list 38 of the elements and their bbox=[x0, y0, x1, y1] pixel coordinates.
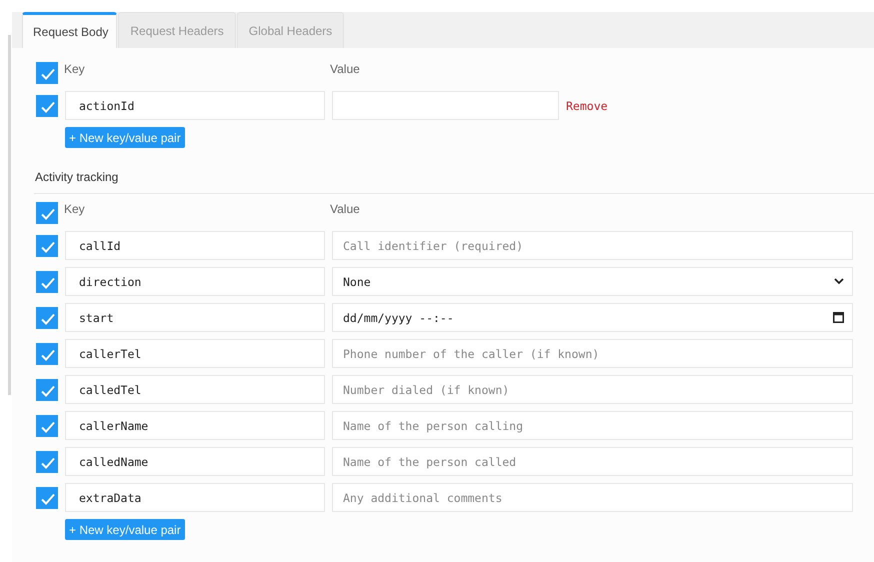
value-field[interactable]: Number dialed (if known) bbox=[332, 375, 853, 404]
checkbox[interactable] bbox=[36, 202, 58, 224]
checkbox[interactable] bbox=[36, 378, 58, 400]
value-field[interactable]: Call identifier (required) bbox=[332, 231, 853, 260]
checkbox[interactable] bbox=[36, 270, 58, 292]
key-field[interactable]: calledTel bbox=[65, 375, 325, 404]
column-header: Value bbox=[330, 202, 360, 216]
checkbox[interactable] bbox=[36, 306, 58, 328]
value-field[interactable]: Any additional comments bbox=[332, 483, 853, 512]
remove-link[interactable]: Remove bbox=[566, 98, 706, 112]
tab[interactable]: Request Body bbox=[22, 12, 118, 48]
checkbox[interactable] bbox=[36, 94, 58, 116]
chevron-down-icon bbox=[834, 278, 844, 285]
calendar-icon bbox=[833, 312, 844, 323]
value-field[interactable]: Phone number of the caller (if known) bbox=[332, 339, 853, 368]
key-field[interactable]: start bbox=[65, 303, 325, 332]
checkbox[interactable] bbox=[36, 234, 58, 256]
checkbox[interactable] bbox=[36, 486, 58, 508]
key-field[interactable]: calledName bbox=[65, 447, 325, 476]
checkbox[interactable] bbox=[36, 414, 58, 436]
key-field[interactable]: callerTel bbox=[65, 339, 325, 368]
key-field[interactable]: direction bbox=[65, 267, 325, 296]
value-field[interactable]: Name of the person calling bbox=[332, 411, 853, 440]
value-field[interactable] bbox=[332, 91, 559, 120]
value-dropdown[interactable]: None bbox=[332, 267, 853, 296]
key-field[interactable]: callId bbox=[65, 231, 325, 260]
checkbox[interactable] bbox=[36, 342, 58, 364]
checkbox[interactable] bbox=[36, 62, 58, 84]
column-header: Key bbox=[64, 202, 86, 216]
key-field[interactable]: extraData bbox=[65, 483, 325, 512]
datetime-field[interactable]: dd/mm/yyyy --:-- bbox=[332, 303, 853, 332]
column-header: Key bbox=[64, 62, 86, 76]
value-field[interactable]: Name of the person called bbox=[332, 447, 853, 476]
column-header: Value bbox=[330, 62, 360, 76]
checkbox[interactable] bbox=[36, 450, 58, 472]
key-field[interactable]: callerName bbox=[65, 411, 325, 440]
section-title: Activity tracking bbox=[35, 170, 120, 184]
key-field[interactable]: actionId bbox=[65, 91, 325, 120]
